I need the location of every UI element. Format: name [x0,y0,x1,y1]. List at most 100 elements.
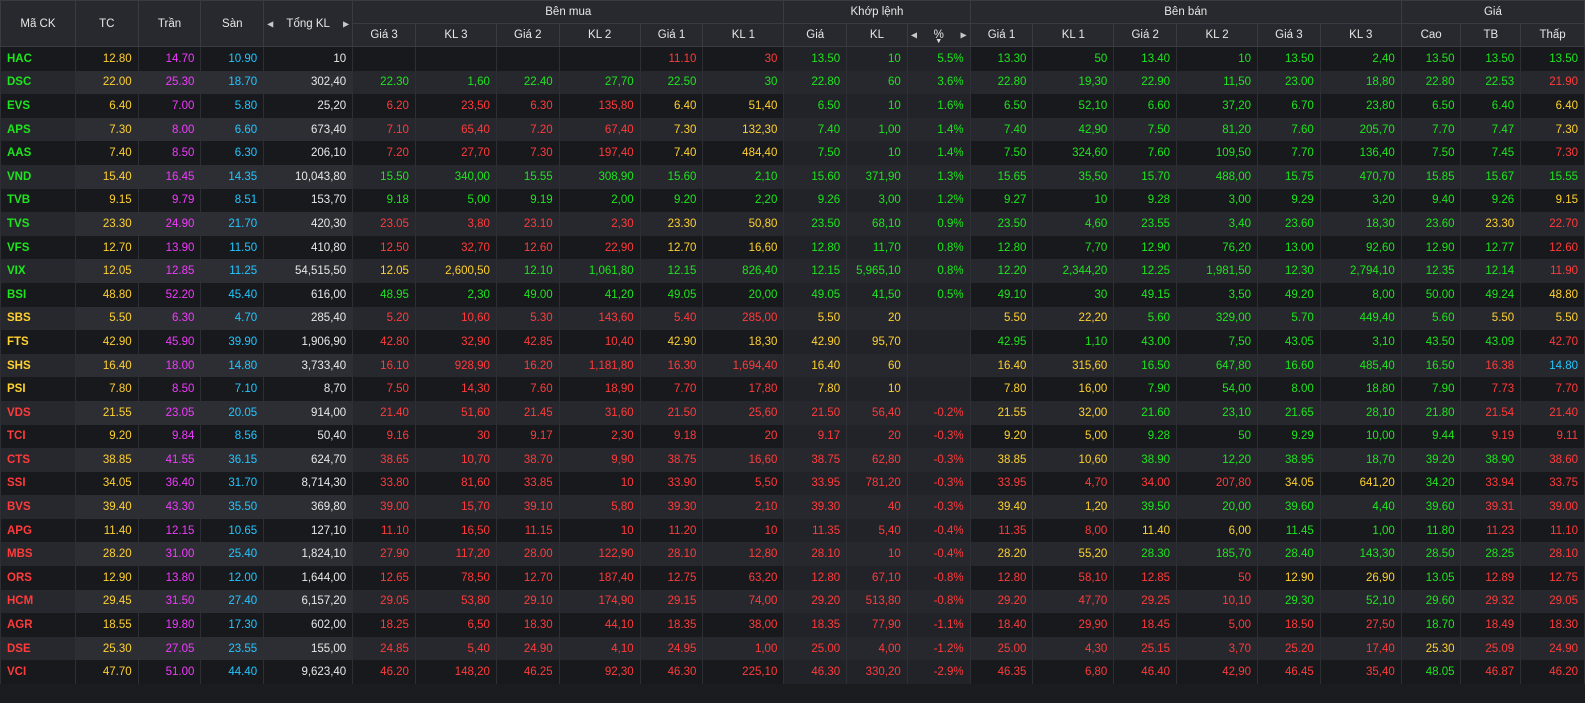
col-header-ceil[interactable]: Trần [137,0,202,47]
table-row[interactable]: SHS 16.40 18.00 14.80 3,733,40 16.10 928,90 16.… [0,353,1585,378]
table-row[interactable]: MBS 28.20 31.00 25.40 1,824,10 27.90 117,20 28.… [0,542,1585,567]
symbol-cell[interactable]: AGR [0,613,76,637]
cell-ceil: 52.20 [137,282,202,307]
cell-sell-price3: 43.05 [1257,330,1321,354]
cell-ceil: 16.45 [137,164,202,189]
symbol-cell[interactable]: BSI [0,282,76,307]
col-header-floor[interactable]: Sàn [200,0,265,47]
symbol-cell[interactable]: SHS [0,353,76,378]
table-row[interactable]: TVB 9.15 9.79 8.51 153,70 9.18 5,00 9.19 2,00 9.2… [0,188,1585,213]
table-row[interactable]: BVS 39.40 43.30 35.50 369,80 39.00 15,70 39.10 5… [0,495,1585,519]
col-header-match-vol[interactable]: KL [846,23,908,47]
col-header-sell-price3[interactable]: Giá 3 [1257,23,1321,47]
table-row[interactable]: VIX 12.05 12.85 11.25 54,515,50 12.05 2,600,50… [0,259,1585,283]
col-header-buy-vol3[interactable]: KL 3 [414,23,497,47]
cell-sell-price1: 29.20 [969,589,1034,614]
cell-vol: 369,80 [263,495,354,519]
symbol-cell[interactable]: EVS [0,94,76,118]
col-header-buy-vol1[interactable]: KL 1 [702,23,785,47]
cell-ceil: 9.84 [137,424,202,449]
symbol-cell[interactable]: CTS [0,448,76,472]
cell-sell-vol1: 52,10 [1032,94,1115,118]
col-header-sell-price2[interactable]: Giá 2 [1113,23,1178,47]
table-row[interactable]: CTS 38.85 41.55 36.15 624,70 38.65 10,70 38.70 9… [0,448,1585,472]
cell-vol: 6,157,20 [263,589,354,614]
col-header-high[interactable]: Cao [1400,23,1462,47]
col-header-ref[interactable]: TC [74,0,139,47]
symbol-cell[interactable]: TVS [0,212,76,236]
symbol-cell[interactable]: SSI [0,471,76,496]
table-row[interactable]: VDS 21.55 23.05 20.05 914,00 21.40 51,60 21.45 3… [0,400,1585,425]
col-header-sell-vol3[interactable]: KL 3 [1319,23,1402,47]
table-row[interactable]: TVS 23.30 24.90 21.70 420,30 23.05 3,80 23.10 2,… [0,212,1585,236]
col-header-buy-vol2[interactable]: KL 2 [558,23,641,47]
col-header-total-vol[interactable]: ◀ Tổng KL ▶ [263,0,354,47]
table-row[interactable]: SBS 5.50 6.30 4.70 285,40 5.20 10,60 5.30 143,60… [0,306,1585,331]
cell-low: 22.70 [1520,212,1585,236]
table-row[interactable]: PSI 7.80 8.50 7.10 8,70 7.50 14,30 7.60 18,90 7.7… [0,377,1585,401]
symbol-cell[interactable]: VFS [0,235,76,260]
cell-sell-price2: 7.90 [1113,377,1178,401]
col-header-sell-vol1[interactable]: KL 1 [1032,23,1115,47]
symbol-cell[interactable]: VIX [0,259,76,283]
caret-left-icon[interactable]: ◀ [267,19,273,28]
symbol-cell[interactable]: AAS [0,141,76,165]
cell-sell-vol1: 22,20 [1032,306,1115,331]
symbol-cell[interactable]: VDS [0,400,76,425]
symbol-cell[interactable]: SBS [0,306,76,331]
col-header-match-pct[interactable]: ◀ % ▼ ▶ [906,23,971,47]
col-header-sell-price1[interactable]: Giá 1 [969,23,1034,47]
table-row[interactable]: BSI 48.80 52.20 45.40 616,00 48.95 2,30 49.00 41… [0,282,1585,307]
table-row[interactable]: APS 7.30 8.00 6.60 673,40 7.10 65,40 7.20 67,40 7… [0,117,1585,142]
symbol-cell[interactable]: MBS [0,542,76,567]
symbol-cell[interactable]: PSI [0,377,76,401]
col-header-buy-price1[interactable]: Giá 1 [639,23,704,47]
table-row[interactable]: DSC 22.00 25.30 18.70 302,40 22.30 1,60 22.40 27… [0,70,1585,95]
cell-mp: 22.80 [783,70,848,95]
symbol-cell[interactable]: TCI [0,424,76,449]
table-row[interactable]: VND 15.40 16.45 14.35 10,043,80 15.50 340,00 15… [0,164,1585,189]
table-row[interactable]: FTS 42.90 45.90 39.90 1,906,90 42.80 32,90 42.8… [0,330,1585,354]
cell-sell-vol1: 4,70 [1032,471,1115,496]
table-row[interactable]: AAS 7.40 8.50 6.30 206,10 7.20 27,70 7.30 197,40… [0,141,1585,165]
table-row[interactable]: DSE 25.30 27.05 23.55 155,00 24.85 5,40 24.90 4,… [0,636,1585,661]
cell-sell-price1: 25.00 [969,636,1034,661]
table-row[interactable]: VCI 47.70 51.00 44.40 9,623,40 46.20 148,20 46.… [0,660,1585,685]
table-row[interactable]: TCI 9.20 9.84 8.56 50,40 9.16 30 9.17 2,30 9.18 20… [0,424,1585,449]
symbol-cell[interactable]: APG [0,518,76,543]
col-header-symbol[interactable]: Mã CK [0,0,76,47]
symbol-cell[interactable]: APS [0,117,76,142]
symbol-cell[interactable]: DSE [0,636,76,661]
table-row[interactable]: HCM 29.45 31.50 27.40 6,157,20 29.05 53,80 29.1… [0,589,1585,614]
col-header-avg[interactable]: TB [1460,23,1522,47]
symbol-cell[interactable]: HAC [0,46,76,71]
symbol-cell[interactable]: VCI [0,660,76,685]
cell-avg: 29.32 [1460,589,1522,614]
symbol-cell[interactable]: BVS [0,495,76,519]
col-header-buy-price3[interactable]: Giá 3 [352,23,416,47]
caret-left-icon[interactable]: ◀ [911,31,917,40]
symbol-cell[interactable]: VND [0,164,76,189]
table-row[interactable]: APG 11.40 12.15 10.65 127,10 11.10 16,50 11.15 1… [0,518,1585,543]
col-header-buy-price2[interactable]: Giá 2 [495,23,560,47]
cell-ref: 12.90 [74,566,139,590]
caret-right-icon[interactable]: ▶ [343,19,349,28]
cell-buy-vol3: 30 [414,424,497,449]
col-header-match-price[interactable]: Giá [783,23,848,47]
table-row[interactable]: ORS 12.90 13.80 12.00 1,644,00 12.65 78,50 12.7… [0,566,1585,590]
symbol-cell[interactable]: TVB [0,188,76,213]
symbol-cell[interactable]: FTS [0,330,76,354]
table-row[interactable]: EVS 6.40 7.00 5.80 25,20 6.20 23,50 6.30 135,80 6… [0,94,1585,118]
symbol-cell[interactable]: DSC [0,70,76,95]
table-row[interactable]: VFS 12.70 13.90 11.50 410,80 12.50 32,70 12.60 2… [0,235,1585,260]
symbol-cell[interactable]: HCM [0,589,76,614]
table-row[interactable]: SSI 34.05 36.40 31.70 8,714,30 33.80 81,60 33.8… [0,471,1585,496]
col-header-sell-vol2[interactable]: KL 2 [1176,23,1259,47]
col-header-low[interactable]: Thấp [1520,23,1585,47]
cell-ref: 22.00 [74,70,139,95]
caret-right-icon[interactable]: ▶ [960,31,966,40]
table-row[interactable]: HAC 12.80 14.70 10.90 10 11.10 30 13.50 10 5.5% 13… [0,46,1585,71]
cell-buy-price3: 27.90 [352,542,416,567]
table-row[interactable]: AGR 18.55 19.80 17.30 602,00 18.25 6,50 18.30 44… [0,613,1585,637]
symbol-cell[interactable]: ORS [0,566,76,590]
